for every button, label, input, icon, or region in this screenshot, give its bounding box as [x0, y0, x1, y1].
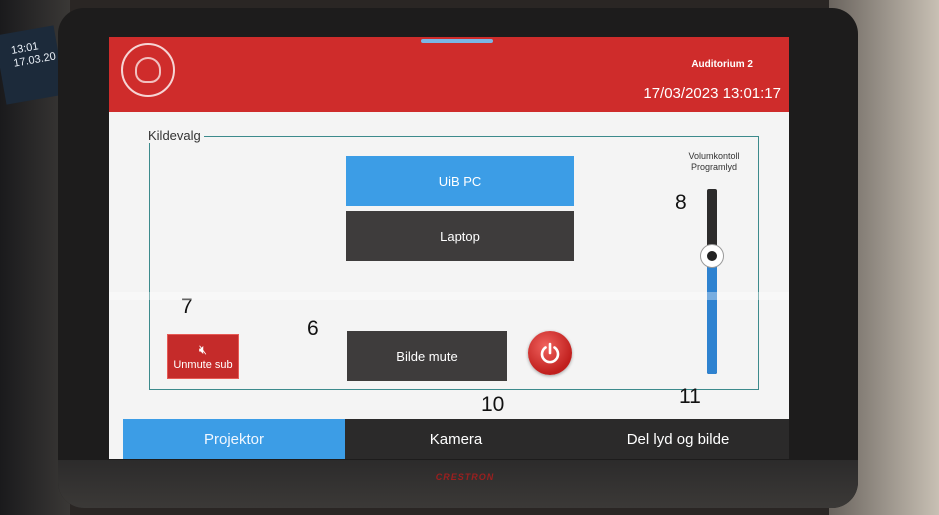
screen-glare — [109, 292, 789, 300]
annotation-marker-8: 8 — [675, 191, 687, 214]
tab-projektor[interactable]: Projektor — [123, 419, 345, 459]
volume-slider-knob[interactable] — [700, 243, 724, 268]
tab-bar: Projektor Kamera Del lyd og bilde — [123, 419, 789, 459]
date-time: 17/03/2023 13:01:17 — [643, 85, 781, 102]
room-name: Auditorium 2 — [691, 59, 753, 70]
power-icon — [540, 342, 560, 364]
unmute-sub-button[interactable]: 🔇︎ Unmute sub — [167, 334, 239, 379]
unmute-sub-label: Unmute sub — [173, 358, 233, 371]
university-logo — [121, 43, 175, 97]
picture-mute-button[interactable]: Bilde mute — [347, 331, 507, 381]
touch-panel-screen: Auditorium 2 17/03/2023 13:01:17 Kildeva… — [109, 37, 789, 459]
volume-slider-fill — [707, 255, 717, 374]
source-uib-pc-button[interactable]: UiB PC — [346, 156, 574, 206]
tab-kamera[interactable]: Kamera — [345, 419, 567, 459]
volume-label: Volumkontoll Programlyd — [669, 151, 759, 173]
tab-bar-left-gap — [109, 419, 123, 459]
pull-down-handle[interactable] — [421, 39, 493, 43]
annotation-marker-6: 6 — [307, 317, 319, 340]
volume-label-line1: Volumkontoll — [688, 151, 740, 161]
tab-del-lyd-og-bilde[interactable]: Del lyd og bilde — [567, 419, 789, 459]
speaker-muted-icon: 🔇︎ — [198, 341, 208, 357]
annotation-marker-10: 10 — [481, 393, 505, 416]
power-button[interactable] — [528, 331, 572, 375]
volume-label-line2: Programlyd — [690, 162, 737, 172]
source-group-label: Kildevalg — [145, 128, 204, 143]
crestron-logo: CRESTRON — [435, 472, 495, 482]
logo-emblem-icon — [135, 57, 161, 83]
source-laptop-button[interactable]: Laptop — [346, 211, 574, 261]
header-bar: Auditorium 2 17/03/2023 13:01:17 — [109, 37, 789, 112]
annotation-marker-11: 11 — [679, 385, 701, 408]
tablet-bezel-bottom — [58, 460, 858, 508]
